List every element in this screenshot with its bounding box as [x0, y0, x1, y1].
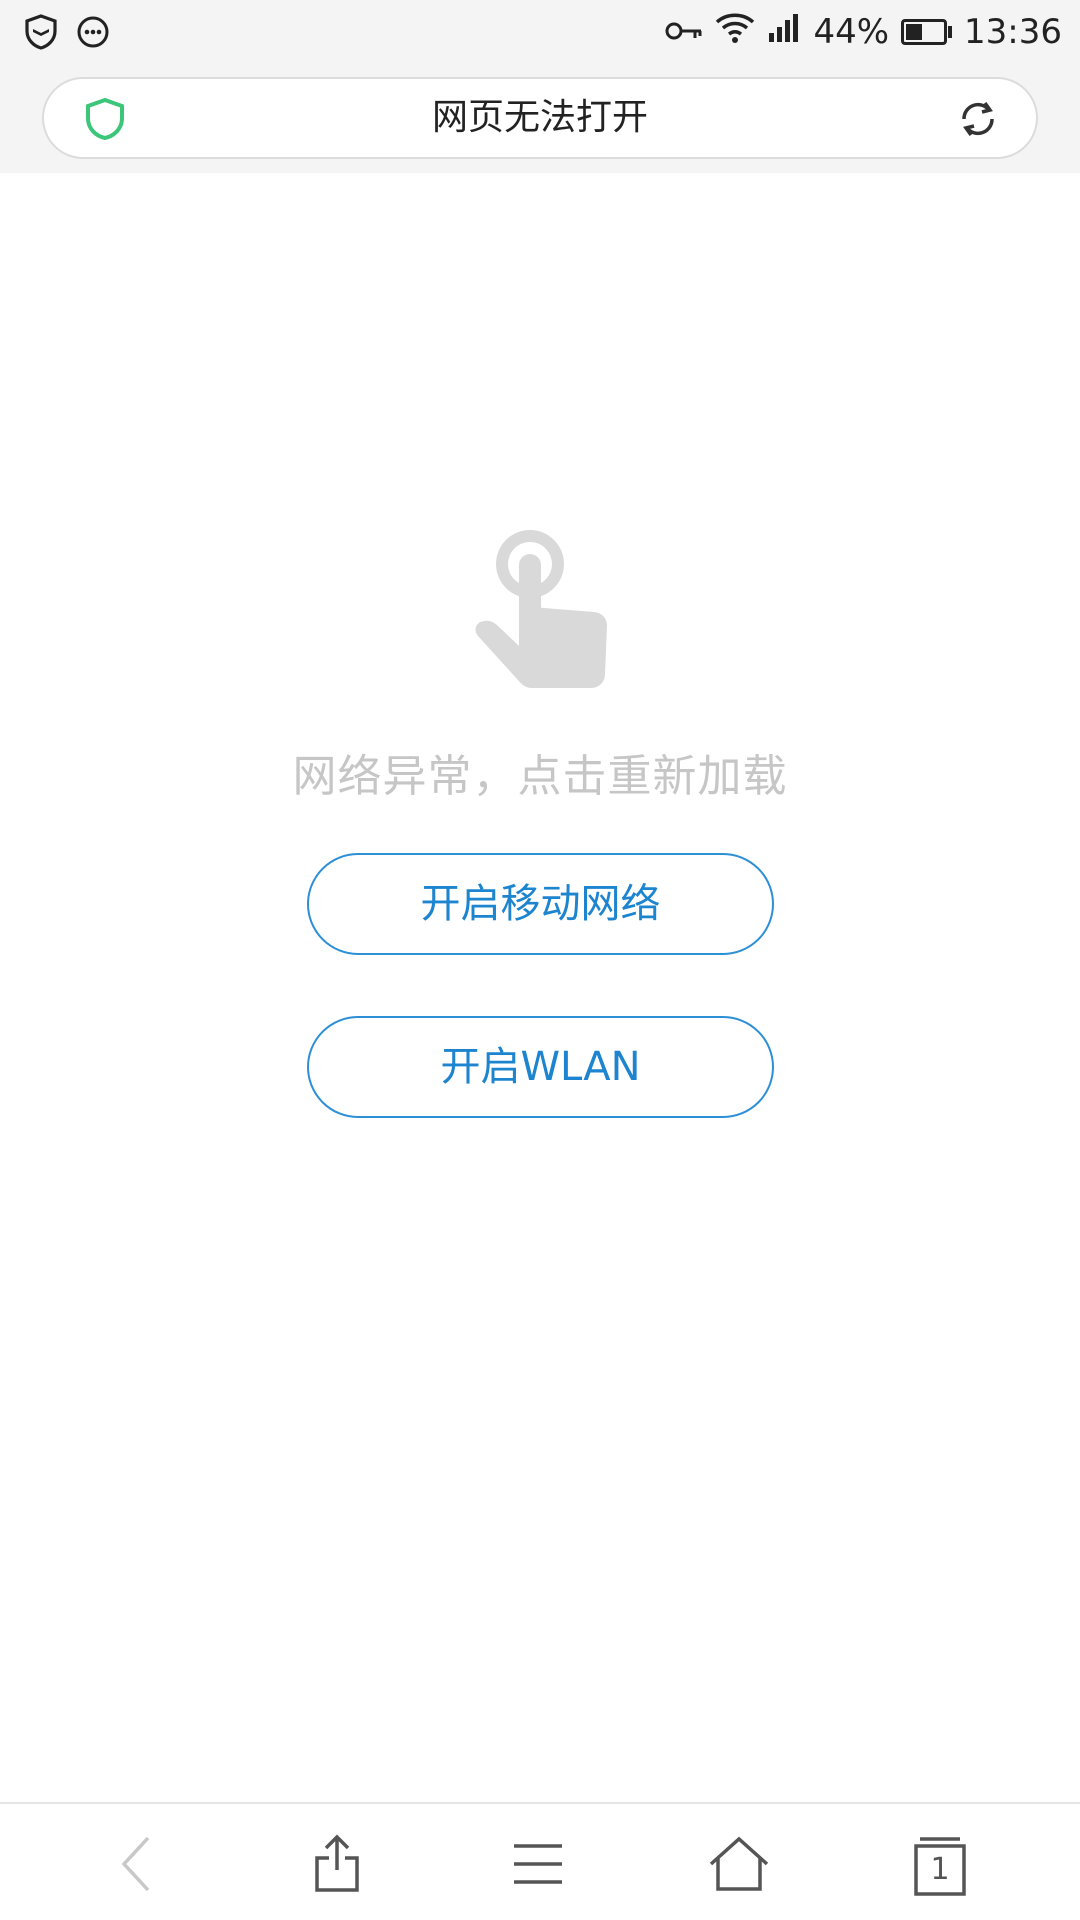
- hand-tap-icon[interactable]: [474, 528, 610, 690]
- battery-icon: [901, 19, 953, 45]
- battery-percent: 44%: [813, 12, 890, 52]
- share-button[interactable]: [305, 1834, 369, 1898]
- status-bar: 44% 13:36: [0, 0, 1080, 66]
- tabs-count: 1: [930, 1852, 950, 1887]
- back-icon: [116, 1834, 156, 1898]
- wifi-icon: [715, 12, 755, 53]
- page-title: 网页无法打开: [431, 97, 648, 138]
- reload-icon[interactable]: [956, 97, 1000, 141]
- status-right: 44% 13:36: [665, 10, 1062, 54]
- bottom-navigation: 1: [0, 1802, 1080, 1920]
- address-bar[interactable]: 网页无法打开: [42, 77, 1038, 159]
- tabs-button[interactable]: 1: [908, 1834, 972, 1898]
- menu-button[interactable]: [506, 1834, 570, 1898]
- home-button[interactable]: [707, 1834, 771, 1898]
- top-area: 44% 13:36 网页无法打开: [0, 0, 1080, 173]
- home-icon: [708, 1836, 770, 1896]
- clock: 13:36: [964, 12, 1062, 52]
- signal-icon: [767, 12, 801, 52]
- tabs-icon: 1: [912, 1836, 968, 1896]
- status-left-icons: [24, 14, 110, 54]
- chat-icon: [76, 15, 110, 53]
- back-button[interactable]: [104, 1834, 168, 1898]
- enable-mobile-network-button[interactable]: 开启移动网络: [307, 853, 774, 955]
- shield-mask-icon: [24, 14, 58, 54]
- menu-icon: [512, 1840, 564, 1892]
- error-message[interactable]: 网络异常，点击重新加载: [0, 740, 1080, 802]
- key-icon: [665, 12, 703, 52]
- enable-wlan-button[interactable]: 开启WLAN: [307, 1016, 774, 1118]
- share-icon: [312, 1834, 362, 1898]
